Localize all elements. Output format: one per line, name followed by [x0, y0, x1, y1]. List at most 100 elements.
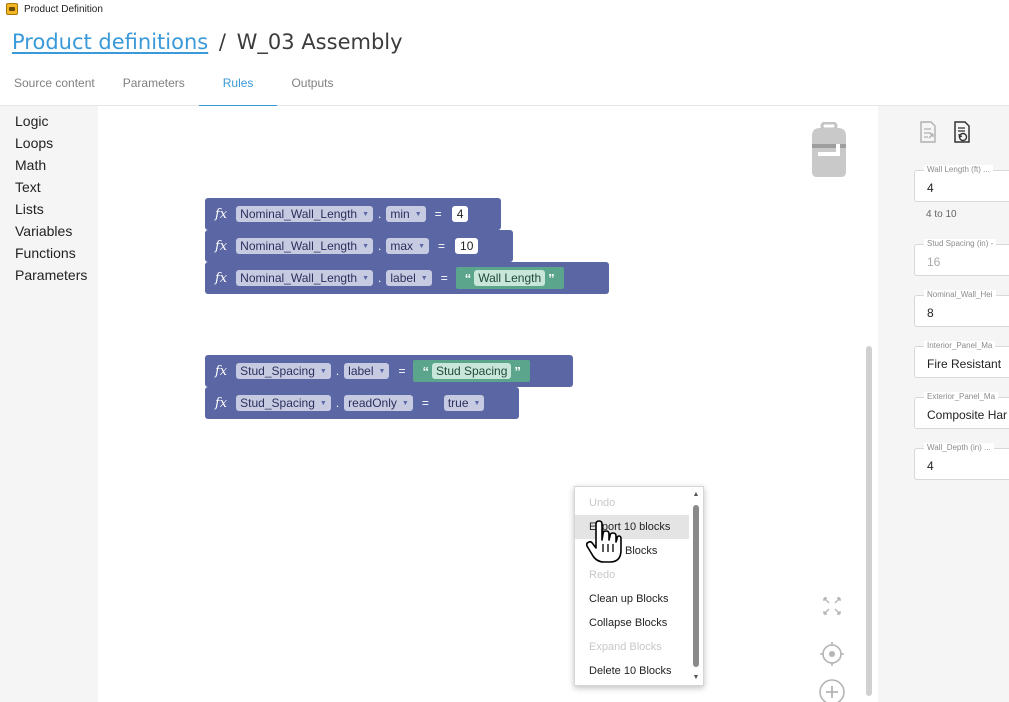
workspace-scrollbar[interactable] [866, 346, 872, 696]
menu-scrollbar[interactable]: ▲ ▼ [692, 491, 700, 681]
zoom-in-icon[interactable] [818, 678, 846, 702]
chevron-down-icon: ▼ [420, 275, 428, 283]
rule-block[interactable]: fx Nominal_Wall_Length ▼ . label ▼ = “ Wal… [205, 262, 609, 294]
parameter-dropdown[interactable]: Nominal_Wall_Length ▼ [236, 206, 374, 222]
block-group-wall-length[interactable]: fx Nominal_Wall_Length ▼ . min ▼ = 4 fx No… [205, 198, 609, 294]
block-group-stud-spacing[interactable]: fx Stud_Spacing ▼ . label ▼ = “ Stud Spaci… [205, 355, 573, 419]
tab-outputs[interactable]: Outputs [277, 62, 347, 106]
menu-item-delete-blocks[interactable]: Delete 10 Blocks [575, 659, 703, 683]
text-input[interactable]: Stud Spacing [431, 363, 512, 379]
export-rules-icon[interactable] [918, 120, 938, 144]
text-block[interactable]: “ Wall Length ” [455, 267, 564, 289]
text-block[interactable]: “ Stud Spacing ” [413, 360, 530, 382]
chevron-down-icon: ▼ [319, 400, 327, 408]
rule-block[interactable]: fx Nominal_Wall_Length ▼ . min ▼ = 4 [205, 198, 501, 230]
menu-item-clean-up-blocks[interactable]: Clean up Blocks [575, 587, 703, 611]
field-wall-length: Wall Length (ft) ... 4 4 to 10 [914, 165, 1009, 220]
toolbox-category-math[interactable]: Math [0, 154, 98, 176]
rule-block[interactable]: fx Nominal_Wall_Length ▼ . max ▼ = 10 [205, 230, 513, 262]
toolbox-category-loops[interactable]: Loops [0, 132, 98, 154]
boolean-block[interactable]: true ▼ [436, 392, 492, 414]
parameter-dropdown[interactable]: Stud_Spacing ▼ [236, 363, 331, 379]
toolbox-category-logic[interactable]: Logic [0, 110, 98, 132]
field-stud-spacing: Stud Spacing (in) - 16 [914, 239, 1009, 276]
window-title: Product Definition [24, 3, 103, 15]
equals-sign: = [440, 271, 448, 285]
toolbox-category-functions[interactable]: Functions [0, 242, 98, 264]
number-input[interactable]: 10 [455, 238, 479, 254]
property-dropdown[interactable]: max ▼ [386, 238, 429, 254]
rule-block[interactable]: fx Stud_Spacing ▼ . label ▼ = “ Stud Spaci… [205, 355, 573, 387]
scrollbar-thumb[interactable] [693, 505, 699, 667]
chevron-down-icon: ▼ [362, 275, 370, 283]
boolean-dropdown[interactable]: true ▼ [443, 395, 485, 411]
blocks-workspace[interactable]: fx Nominal_Wall_Length ▼ . min ▼ = 4 fx No… [98, 106, 878, 702]
tab-parameters[interactable]: Parameters [109, 62, 199, 106]
interior-panel-material-select[interactable]: Interior_Panel_Ma Fire Resistant [914, 341, 1009, 378]
field-label: Stud Spacing (in) - [924, 239, 997, 248]
tab-bar: Source content Parameters Rules Outputs [0, 62, 1009, 107]
reset-rules-icon[interactable] [952, 120, 972, 144]
tab-rules[interactable]: Rules [198, 62, 278, 107]
chevron-down-icon: ▼ [414, 211, 422, 219]
property-dropdown[interactable]: min ▼ [386, 206, 426, 222]
recenter-icon[interactable] [818, 640, 846, 668]
wall-length-input[interactable]: Wall Length (ft) ... 4 [914, 165, 1009, 202]
rule-block[interactable]: fx Stud_Spacing ▼ . readOnly ▼ = true ▼ [205, 387, 519, 419]
wall-depth-input[interactable]: Wall_Depth (in) ... 4 [914, 443, 1009, 480]
chevron-down-icon: ▼ [362, 243, 370, 251]
parameter-name: Nominal_Wall_Length [240, 271, 358, 285]
chevron-down-icon: ▼ [378, 368, 386, 376]
parameters-preview-panel: Wall Length (ft) ... 4 4 to 10 Stud Spac… [878, 106, 1009, 702]
breadcrumb-current: W_03 Assembly [236, 30, 403, 54]
menu-item-collapse-blocks[interactable]: Collapse Blocks [575, 611, 703, 635]
field-exterior-panel-material: Exterior_Panel_Ma Composite Har [914, 392, 1009, 429]
scroll-up-arrow-icon[interactable]: ▲ [692, 491, 700, 498]
fx-label: fx [215, 206, 228, 222]
field-label: Nominal_Wall_Hei [924, 290, 996, 299]
equals-sign: = [434, 207, 442, 221]
field-label: Wall Length (ft) ... [924, 165, 993, 174]
breadcrumb-link-product-definitions[interactable]: Product definitions [12, 30, 208, 54]
toolbox-category-lists[interactable]: Lists [0, 198, 98, 220]
field-nominal-wall-height: Nominal_Wall_Hei 8 [914, 290, 1009, 327]
dot-separator: . [378, 239, 382, 253]
app-icon [6, 3, 18, 15]
chevron-down-icon: ▼ [473, 400, 481, 408]
dot-separator: . [378, 207, 382, 221]
breadcrumb-separator: / [218, 30, 226, 54]
text-input[interactable]: Wall Length [474, 270, 546, 286]
toolbox-category-text[interactable]: Text [0, 176, 98, 198]
scroll-down-arrow-icon[interactable]: ▼ [692, 674, 700, 681]
stud-spacing-input: Stud Spacing (in) - 16 [914, 239, 1009, 276]
open-quote-icon: “ [464, 270, 472, 286]
equals-sign: = [438, 239, 446, 253]
menu-item-redo[interactable]: Redo [575, 563, 703, 587]
fit-screen-icon[interactable] [818, 592, 846, 620]
field-value: Fire Resistant [927, 357, 1002, 371]
menu-item-expand-blocks[interactable]: Expand Blocks [575, 635, 703, 659]
toolbox-category-parameters[interactable]: Parameters [0, 264, 98, 286]
tab-source-content[interactable]: Source content [0, 62, 109, 106]
trash-icon[interactable] [810, 122, 848, 178]
close-quote-icon: ” [548, 270, 555, 286]
number-input[interactable]: 4 [451, 206, 469, 222]
exterior-panel-material-select[interactable]: Exterior_Panel_Ma Composite Har [914, 392, 1009, 429]
nominal-wall-height-input[interactable]: Nominal_Wall_Hei 8 [914, 290, 1009, 327]
menu-item-undo[interactable]: Undo [575, 491, 703, 515]
toolbox-category-variables[interactable]: Variables [0, 220, 98, 242]
chevron-down-icon: ▼ [418, 243, 425, 251]
open-quote-icon: “ [422, 363, 429, 379]
parameter-dropdown[interactable]: Stud_Spacing ▼ [236, 395, 331, 411]
chevron-down-icon: ▼ [319, 368, 327, 376]
property-dropdown[interactable]: label ▼ [386, 270, 432, 286]
parameter-dropdown[interactable]: Nominal_Wall_Length ▼ [236, 238, 374, 254]
chevron-down-icon: ▼ [401, 400, 409, 408]
parameter-dropdown[interactable]: Nominal_Wall_Length ▼ [236, 270, 374, 286]
property-dropdown[interactable]: readOnly ▼ [344, 395, 413, 411]
field-range-hint: 4 to 10 [926, 209, 957, 220]
field-wall-depth: Wall_Depth (in) ... 4 [914, 443, 1009, 480]
dot-separator: . [335, 364, 340, 378]
property-dropdown[interactable]: label ▼ [344, 363, 390, 379]
property-name: readOnly [348, 396, 397, 410]
